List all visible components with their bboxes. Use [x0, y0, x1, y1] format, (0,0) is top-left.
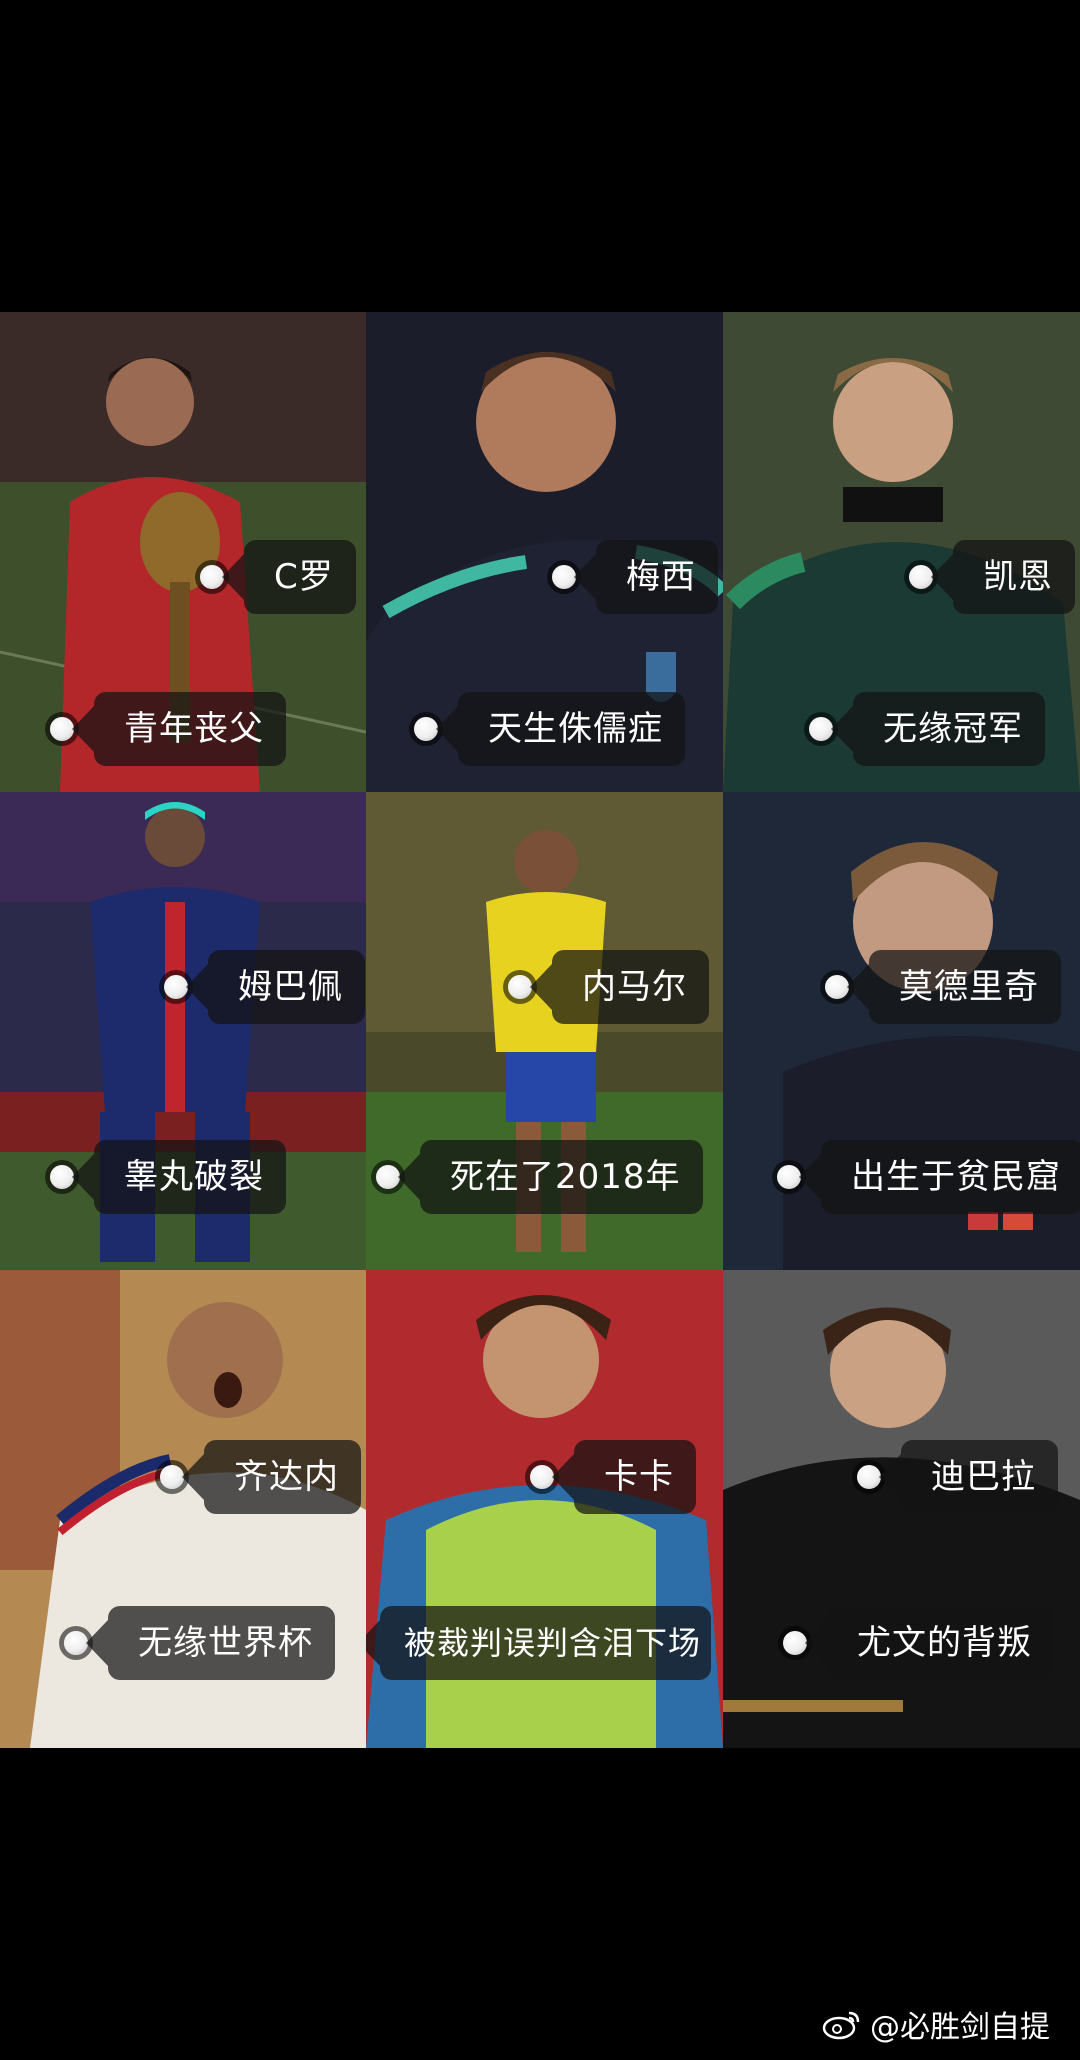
player-story-tag[interactable]: 死在了2018年 — [376, 1140, 703, 1214]
player-story: 出生于贫民窟 — [799, 1140, 1080, 1214]
player-name-tag[interactable]: C罗 — [200, 540, 356, 614]
player-name-tag[interactable]: 姆巴佩 — [164, 950, 365, 1024]
tag-dot-icon — [825, 975, 849, 999]
tag-dot-icon — [376, 1165, 400, 1189]
weibo-icon — [822, 2011, 860, 2040]
player-card-kaka[interactable]: 卡卡 被裁判误判含泪下场 — [366, 1270, 723, 1748]
tag-dot-icon — [164, 975, 188, 999]
tag-dot-icon — [530, 1465, 554, 1489]
player-name-tag[interactable]: 莫德里奇 — [825, 950, 1061, 1024]
player-name-tag[interactable]: 内马尔 — [508, 950, 709, 1024]
player-card-modric[interactable]: 莫德里奇 出生于贫民窟 — [723, 792, 1080, 1270]
player-story: 天生侏儒症 — [436, 692, 685, 766]
player-story: 青年丧父 — [72, 692, 286, 766]
player-grid: C罗 青年丧父 梅西 天生侏儒症 凯恩 无缘冠军 姆巴佩 睾丸破裂 内马尔 死在… — [0, 312, 1080, 1748]
player-story-tag[interactable]: 天生侏儒症 — [414, 692, 685, 766]
tag-dot-icon — [50, 1165, 74, 1189]
player-story-tag[interactable]: 出生于贫民窟 — [777, 1140, 1080, 1214]
tag-dot-icon — [508, 975, 532, 999]
tag-dot-icon — [414, 717, 438, 741]
player-name-tag[interactable]: 凯恩 — [909, 540, 1075, 614]
player-story-tag[interactable]: 无缘世界杯 — [64, 1606, 335, 1680]
tag-dot-icon — [160, 1465, 184, 1489]
player-name: 姆巴佩 — [186, 950, 365, 1024]
player-name: 齐达内 — [182, 1440, 361, 1514]
player-story-tag[interactable]: 睾丸破裂 — [50, 1140, 286, 1214]
player-card-dybala[interactable]: 迪巴拉 尤文的背叛 — [723, 1270, 1080, 1748]
player-story-tag[interactable]: 无缘冠军 — [809, 692, 1045, 766]
tag-dot-icon — [777, 1165, 801, 1189]
player-story: 被裁判误判含泪下场 — [366, 1606, 712, 1680]
tag-dot-icon — [64, 1631, 88, 1655]
tag-dot-icon — [809, 717, 833, 741]
player-card-ronaldo[interactable]: C罗 青年丧父 — [0, 312, 366, 792]
player-name: 内马尔 — [530, 950, 709, 1024]
player-story: 死在了2018年 — [398, 1140, 703, 1214]
player-name: 凯恩 — [931, 540, 1075, 614]
player-name: 卡卡 — [552, 1440, 696, 1514]
tag-dot-icon — [783, 1631, 807, 1655]
watermark: @必胜剑自提 — [822, 2002, 1050, 2046]
tag-dot-icon — [909, 565, 933, 589]
tag-dot-icon — [50, 717, 74, 741]
player-name-tag[interactable]: 卡卡 — [530, 1440, 696, 1514]
player-name-tag[interactable]: 梅西 — [552, 540, 718, 614]
player-name: 梅西 — [574, 540, 718, 614]
tag-dot-icon — [200, 565, 224, 589]
tag-dot-icon — [857, 1465, 881, 1489]
player-name-tag[interactable]: 齐达内 — [160, 1440, 361, 1514]
player-story: 无缘世界杯 — [86, 1606, 335, 1680]
player-story: 睾丸破裂 — [72, 1140, 286, 1214]
player-name: 迪巴拉 — [879, 1440, 1058, 1514]
player-name: C罗 — [222, 540, 356, 614]
player-story: 无缘冠军 — [831, 692, 1045, 766]
player-card-mbappe[interactable]: 姆巴佩 睾丸破裂 — [0, 792, 366, 1270]
player-story-tag[interactable]: 青年丧父 — [50, 692, 286, 766]
player-card-messi[interactable]: 梅西 天生侏儒症 — [366, 312, 723, 792]
watermark-text: @必胜剑自提 — [870, 2010, 1050, 2045]
player-story: 尤文的背叛 — [805, 1606, 1054, 1680]
player-card-zidane[interactable]: 齐达内 无缘世界杯 — [0, 1270, 366, 1748]
player-name-tag[interactable]: 迪巴拉 — [857, 1440, 1058, 1514]
player-story-tag[interactable]: 被裁判误判含泪下场 — [366, 1606, 712, 1680]
player-name: 莫德里奇 — [847, 950, 1061, 1024]
player-card-neymar[interactable]: 内马尔 死在了2018年 — [366, 792, 723, 1270]
player-card-kane[interactable]: 凯恩 无缘冠军 — [723, 312, 1080, 792]
player-story-tag[interactable]: 尤文的背叛 — [783, 1606, 1054, 1680]
tag-dot-icon — [552, 565, 576, 589]
